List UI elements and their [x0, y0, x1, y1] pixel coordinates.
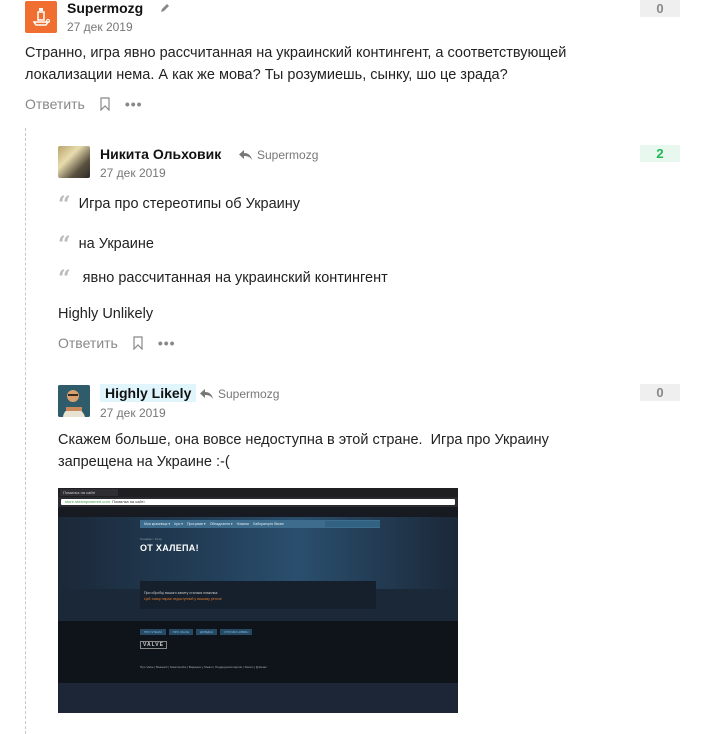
avatar[interactable]	[25, 1, 57, 33]
quote-icon: “	[58, 266, 71, 292]
comment-author[interactable]: Никита Ольховик	[100, 146, 221, 162]
comment-actions: Ответить •••	[58, 335, 176, 351]
comment-text: Highly Unlikely	[58, 306, 154, 322]
comment-author[interactable]: Highly Likely	[100, 384, 197, 402]
comment-text: Скажем больше, она вовсе недоступна в эт…	[58, 432, 549, 470]
bookmark-icon[interactable]	[99, 97, 111, 111]
comment-score: 2	[640, 145, 680, 162]
quote: “ на Украине	[58, 232, 154, 258]
browser-address-bar: store.steampowered.com Помилка на сайті	[58, 497, 458, 507]
quote-icon: “	[58, 192, 71, 218]
avatar[interactable]	[58, 385, 90, 417]
comment-score: 0	[640, 0, 680, 17]
comment-author[interactable]: Supermozg	[67, 0, 143, 16]
reply-arrow-icon	[200, 389, 213, 399]
quote: “ Игра про стереотипы об Украину	[58, 192, 301, 218]
reply-button[interactable]: Ответить	[25, 96, 85, 112]
steam-footer: ПРО STEAM ПРО VALVE ДОВІДКА СТРІЧКИ НОВИ…	[58, 621, 458, 683]
steam-nav: Моя крамниця ▾ Ігри ▾ Програми ▾ Обладна…	[140, 520, 380, 528]
comment-date[interactable]: 27 дек 2019	[67, 20, 133, 34]
valve-logo: VALVE	[140, 641, 167, 649]
reply-arrow-icon	[239, 150, 252, 160]
comment-date[interactable]: 27 дек 2019	[100, 406, 166, 420]
reply-to[interactable]: Supermozg	[239, 148, 318, 162]
comment-date[interactable]: 27 дек 2019	[100, 166, 166, 180]
steam-error-title: ОТ ХАЛЕПА!	[140, 543, 199, 553]
comment-score: 0	[640, 384, 680, 401]
quote: “ явно рассчитанная на украинский контин…	[58, 266, 388, 292]
reply-button[interactable]: Ответить	[58, 335, 118, 351]
steam-search	[325, 521, 380, 527]
reply-to-name[interactable]: Supermozg	[257, 148, 318, 162]
reply-to[interactable]: Supermozg	[200, 387, 279, 401]
steam-hero: Моя крамниця ▾ Ігри ▾ Програми ▾ Обладна…	[58, 517, 458, 589]
steam-error-box: При обробці вашого запиту сталася помилк…	[140, 581, 376, 609]
more-icon[interactable]: •••	[158, 335, 176, 351]
thread-line	[25, 128, 26, 734]
more-icon[interactable]: •••	[125, 96, 143, 112]
browser-tab: Помилка на сайті	[60, 489, 118, 496]
comment-text: Странно, игра явно рассчитанная на украи…	[25, 45, 567, 83]
attached-screenshot[interactable]: Помилка на сайті store.steampowered.com …	[58, 488, 458, 713]
avatar-image	[58, 385, 90, 417]
url-field: store.steampowered.com Помилка на сайті	[61, 499, 455, 505]
browser-tabbar: Помилка на сайті	[58, 488, 458, 497]
quote-icon: “	[58, 232, 71, 258]
comment-actions: Ответить •••	[25, 96, 143, 112]
lighthouse-icon	[32, 8, 50, 26]
avatar[interactable]	[58, 146, 90, 178]
pencil-icon	[161, 4, 169, 12]
reply-to-name[interactable]: Supermozg	[218, 387, 279, 401]
bookmark-icon[interactable]	[132, 336, 144, 350]
